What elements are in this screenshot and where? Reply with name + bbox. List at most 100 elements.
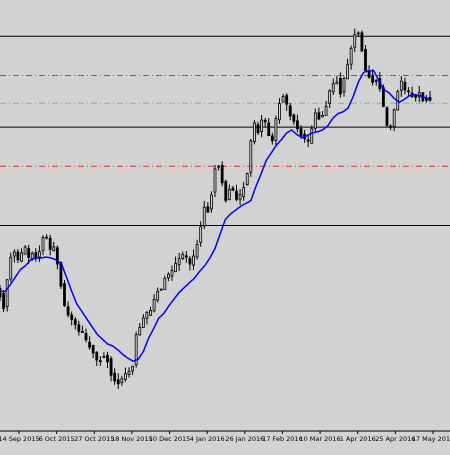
candle-body xyxy=(48,237,52,250)
candle-body xyxy=(174,262,177,273)
candle-body xyxy=(360,32,364,52)
x-tick-label: 18 Nov 2015 xyxy=(111,435,153,443)
candle-body xyxy=(242,187,246,198)
candle-body xyxy=(116,379,120,385)
candle-body xyxy=(63,283,66,306)
x-tick-label: 26 Jan 2016 xyxy=(225,435,264,443)
candle-body xyxy=(328,90,332,104)
candle-body xyxy=(217,165,220,168)
candle-body xyxy=(131,365,134,372)
candle-body xyxy=(2,293,5,309)
candle-body xyxy=(38,251,41,258)
candle-body xyxy=(95,352,99,361)
candle-body xyxy=(231,187,235,191)
candle-body xyxy=(407,90,410,93)
candle-body xyxy=(159,288,163,291)
candle-body xyxy=(367,70,371,78)
candle-body xyxy=(253,122,256,142)
candle-body xyxy=(349,47,353,65)
candle-body xyxy=(73,319,77,325)
candle-body xyxy=(374,80,378,82)
candle-body xyxy=(84,332,88,341)
candle-body xyxy=(285,94,289,105)
candle-body xyxy=(12,251,16,257)
candle-body xyxy=(364,48,367,71)
candle-body xyxy=(342,77,346,93)
x-tick-label: 10 Mar 2016 xyxy=(299,435,340,443)
candle-body xyxy=(353,34,357,48)
x-tick-label: 4 Jan 2016 xyxy=(190,435,225,443)
candle-body xyxy=(0,288,2,298)
candle-body xyxy=(177,258,181,266)
candle-body xyxy=(321,114,324,118)
candle-body xyxy=(52,246,56,251)
candle-body xyxy=(331,83,335,93)
candle-body xyxy=(120,378,124,383)
candle-body xyxy=(371,74,375,83)
candle-body xyxy=(306,139,310,142)
candle-body xyxy=(296,120,299,130)
candle-body xyxy=(385,107,389,126)
candle-body xyxy=(206,206,210,213)
candle-body xyxy=(102,356,106,359)
candle-body xyxy=(98,360,102,363)
candle-body xyxy=(34,252,38,258)
candle-body xyxy=(41,237,45,251)
candle-body xyxy=(199,226,203,243)
candle-body xyxy=(202,206,206,227)
candle-body xyxy=(256,124,260,134)
candle-body xyxy=(249,140,253,173)
candle-body xyxy=(270,135,274,142)
candle-body xyxy=(9,256,13,280)
candle-body xyxy=(288,105,292,117)
x-tick-label: 25 Apr 2016 xyxy=(375,435,415,443)
candle-body xyxy=(192,255,195,266)
candle-body xyxy=(195,243,199,258)
chart: 14 Sep 2015 6 Oct 2015 27 Oct 2015 18 Nov 2… xyxy=(0,0,450,450)
candle-body xyxy=(210,194,213,210)
x-tick-label: 10 Dec 2015 xyxy=(149,435,191,443)
candle-body xyxy=(81,331,84,333)
chart-background xyxy=(0,0,450,450)
candle-body xyxy=(278,103,281,121)
candle-body xyxy=(403,81,407,91)
candle-body xyxy=(235,190,238,200)
candle-body xyxy=(263,119,267,123)
candle-body xyxy=(313,112,317,129)
candle-body xyxy=(245,173,249,186)
candle-body xyxy=(317,112,321,120)
candle-body xyxy=(281,96,285,103)
candle-body xyxy=(224,181,228,201)
x-tick-label: 14 Sep 2015 xyxy=(0,435,40,443)
candle-body xyxy=(27,248,31,259)
candle-body xyxy=(66,306,70,316)
candle-body xyxy=(292,114,296,122)
x-tick-label: 17 Feb 2016 xyxy=(262,435,302,443)
x-tick-label: 1 Apr 2016 xyxy=(340,435,376,443)
candle-body xyxy=(346,64,349,80)
x-tick-label: 17 May 2016 xyxy=(412,435,450,443)
candle-body xyxy=(399,80,403,91)
candle-body xyxy=(124,373,127,380)
candle-body xyxy=(238,193,242,200)
candle-body xyxy=(149,309,152,316)
candle-body xyxy=(145,312,149,319)
candle-body xyxy=(163,277,167,290)
candle-body xyxy=(109,358,113,376)
candle-body xyxy=(156,290,160,301)
candle-body xyxy=(106,354,109,363)
candle-body xyxy=(16,251,20,261)
candle-body xyxy=(227,188,231,200)
candle-body xyxy=(299,128,303,137)
candle-body xyxy=(267,122,271,137)
candle-body xyxy=(392,109,396,127)
x-tick-label: 6 Oct 2015 xyxy=(39,435,75,443)
candle-body xyxy=(389,125,392,128)
candle-body xyxy=(213,168,217,193)
candle-body xyxy=(310,128,314,144)
candle-body xyxy=(335,81,339,85)
candle-body xyxy=(170,270,174,277)
candle-body xyxy=(23,246,27,255)
candle-body xyxy=(30,252,34,260)
candle-body xyxy=(45,236,48,239)
